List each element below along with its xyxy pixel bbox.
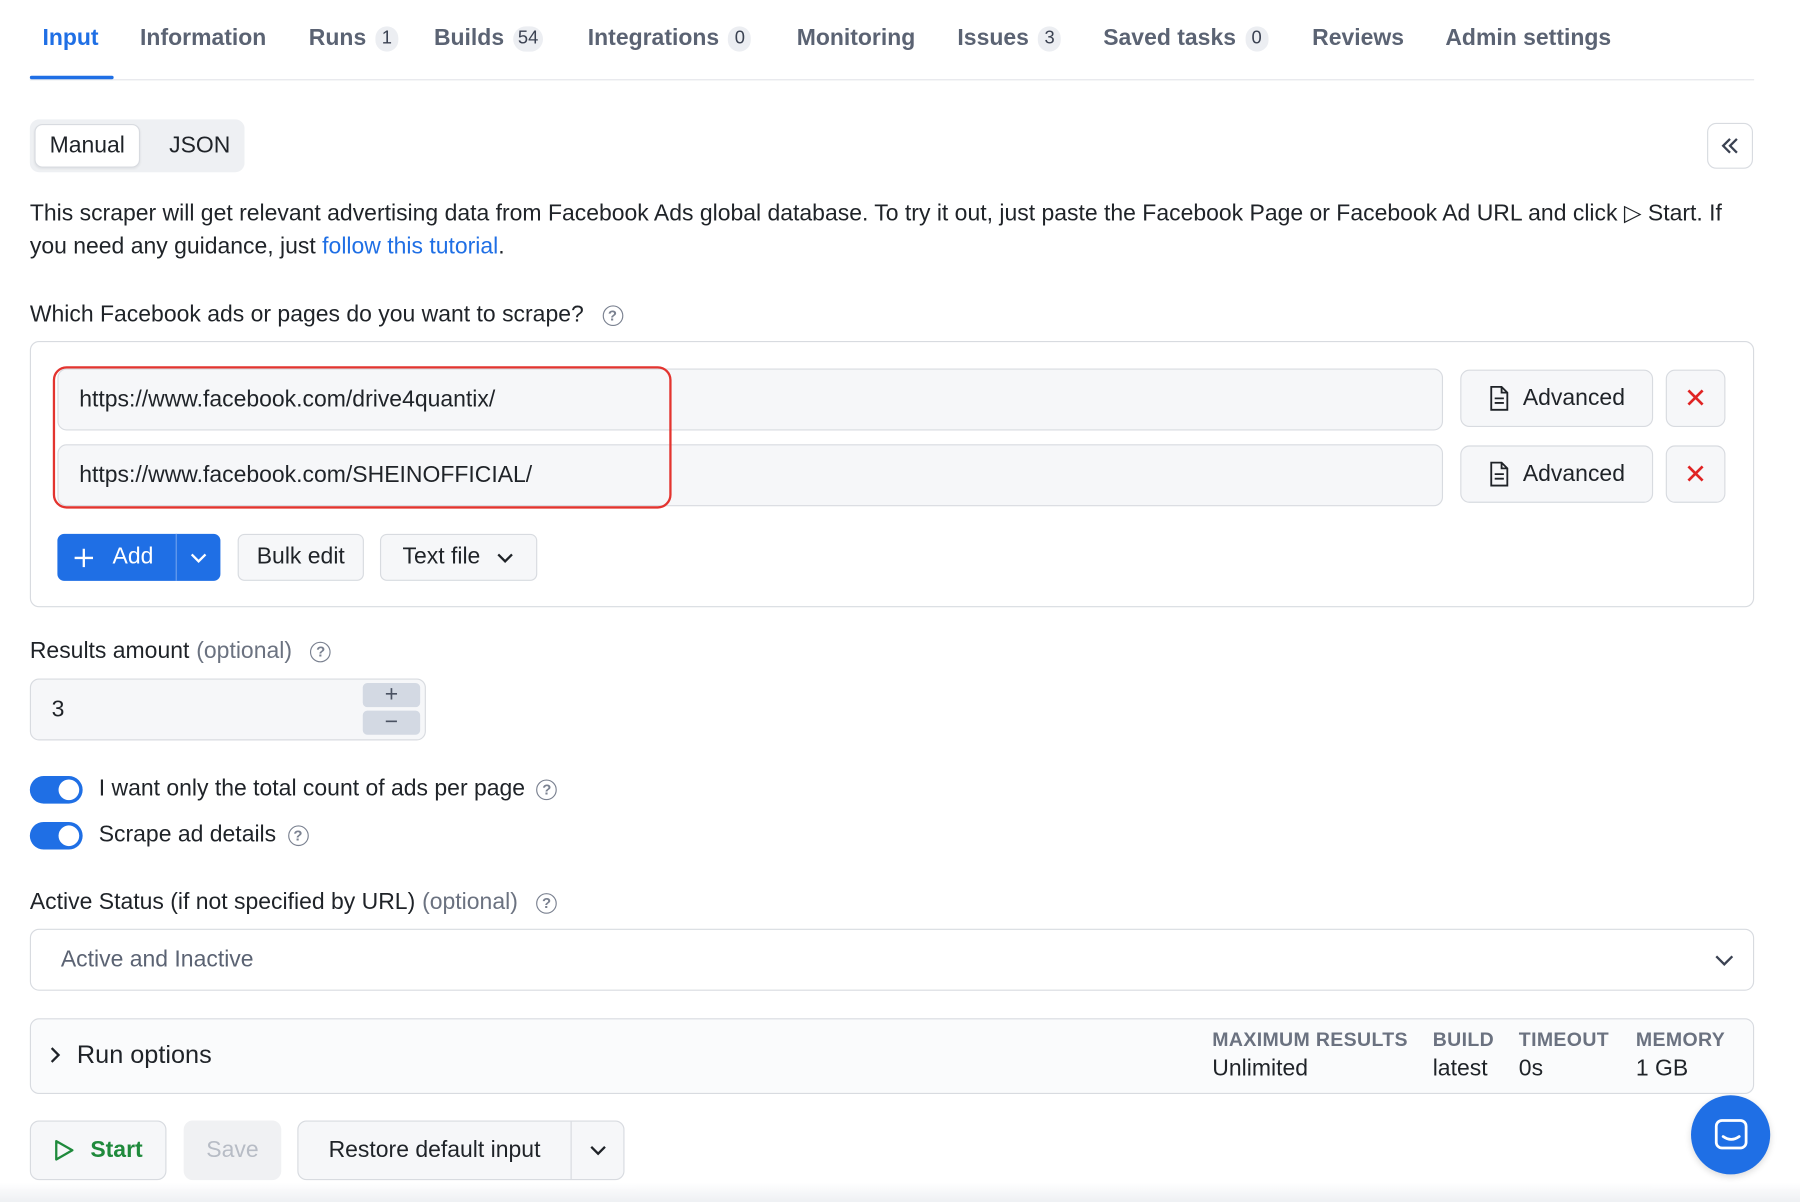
- highlight-annotation: [52, 366, 672, 509]
- integrations-count-badge: 0: [728, 25, 752, 52]
- minus-icon: −: [384, 709, 399, 735]
- remove-url-button-1[interactable]: ✕: [1665, 369, 1726, 428]
- manual-mode-button[interactable]: Manual: [34, 123, 141, 168]
- run-options-panel[interactable]: Run options MAXIMUM RESULTS Unlimited BUI…: [29, 1018, 1755, 1095]
- add-button[interactable]: Add: [57, 533, 221, 581]
- help-icon[interactable]: ?: [536, 892, 557, 914]
- chevron-down-icon: [589, 1146, 606, 1156]
- active-tab-indicator: [29, 75, 114, 80]
- chevron-right-icon: [50, 1047, 61, 1063]
- bottom-fade: [0, 1182, 1800, 1202]
- scrape-ad-details-toggle[interactable]: [29, 821, 83, 850]
- chat-launcher-button[interactable]: [1691, 1095, 1771, 1175]
- active-status-select[interactable]: Active and Inactive: [29, 928, 1755, 991]
- increment-button[interactable]: +: [362, 681, 421, 708]
- run-meta-timeout: TIMEOUT 0s: [1518, 1028, 1610, 1082]
- document-icon: [1489, 385, 1508, 411]
- tab-bar: Input Information Runs 1 Builds 54 Integra…: [29, 0, 1755, 81]
- saved-tasks-count-badge: 0: [1245, 25, 1269, 52]
- total-count-label: I want only the total count of ads per p…: [99, 776, 558, 802]
- tab-input[interactable]: Input: [42, 25, 98, 51]
- results-amount-label: Results amount (optional)?: [30, 638, 332, 664]
- double-chevron-left-icon: [1721, 138, 1738, 154]
- collapse-button[interactable]: [1707, 122, 1753, 169]
- text-file-button[interactable]: Text file: [379, 533, 538, 581]
- total-count-toggle[interactable]: [29, 776, 83, 804]
- input-mode-toggle: Manual JSON: [29, 119, 245, 173]
- tab-reviews[interactable]: Reviews: [1312, 25, 1404, 51]
- save-button[interactable]: Save: [183, 1120, 282, 1181]
- help-icon[interactable]: ?: [536, 778, 558, 800]
- restore-dropdown-toggle[interactable]: [572, 1145, 624, 1156]
- json-mode-button[interactable]: JSON: [165, 124, 234, 168]
- chevron-down-icon: [190, 553, 207, 563]
- chat-icon: [1714, 1118, 1747, 1149]
- chevron-down-icon: [497, 553, 514, 563]
- tutorial-link[interactable]: follow this tutorial: [322, 234, 498, 259]
- tab-monitoring[interactable]: Monitoring: [797, 25, 916, 51]
- runs-count-badge: 1: [375, 25, 399, 52]
- advanced-button-2[interactable]: Advanced: [1460, 445, 1654, 503]
- document-icon: [1489, 461, 1508, 487]
- tab-saved-tasks[interactable]: Saved tasks 0: [1103, 25, 1269, 52]
- tab-information[interactable]: Information: [140, 25, 266, 51]
- help-icon[interactable]: ?: [310, 641, 332, 662]
- tab-integrations[interactable]: Integrations 0: [588, 25, 752, 52]
- bulk-edit-button[interactable]: Bulk edit: [237, 533, 364, 581]
- run-meta-memory: MEMORY 1 GB: [1635, 1028, 1726, 1082]
- play-icon: [54, 1139, 74, 1161]
- issues-count-badge: 3: [1038, 25, 1062, 52]
- help-icon[interactable]: ?: [602, 304, 623, 326]
- builds-count-badge: 54: [513, 25, 543, 52]
- chevron-down-icon: [1715, 955, 1734, 966]
- scraper-description: This scraper will get relevant advertisi…: [29, 200, 1722, 260]
- input-page: Input Information Runs 1 Builds 54 Integra…: [0, 0, 1800, 1202]
- tab-runs[interactable]: Runs 1: [309, 25, 399, 52]
- help-icon[interactable]: ?: [287, 824, 309, 846]
- tab-builds[interactable]: Builds 54: [434, 25, 543, 52]
- active-status-label: Active Status (if not specified by URL)(…: [30, 890, 557, 916]
- start-button[interactable]: Start: [29, 1120, 167, 1181]
- decrement-button[interactable]: −: [362, 709, 421, 735]
- remove-url-button-2[interactable]: ✕: [1665, 445, 1726, 503]
- plus-icon: [74, 548, 93, 567]
- run-meta-build: BUILD latest: [1432, 1028, 1495, 1082]
- urls-field-label: Which Facebook ads or pages do you want …: [30, 302, 623, 328]
- add-dropdown-toggle[interactable]: [177, 552, 221, 563]
- tab-issues[interactable]: Issues 3: [957, 25, 1062, 52]
- close-icon: ✕: [1684, 458, 1708, 490]
- plus-icon: +: [384, 681, 399, 708]
- advanced-button-1[interactable]: Advanced: [1460, 369, 1654, 428]
- close-icon: ✕: [1684, 382, 1708, 414]
- tab-admin-settings[interactable]: Admin settings: [1445, 25, 1611, 51]
- restore-default-input-button[interactable]: Restore default input: [297, 1120, 625, 1181]
- scrape-ad-details-label: Scrape ad details?: [99, 822, 309, 848]
- run-meta-max-results: MAXIMUM RESULTS Unlimited: [1212, 1028, 1408, 1082]
